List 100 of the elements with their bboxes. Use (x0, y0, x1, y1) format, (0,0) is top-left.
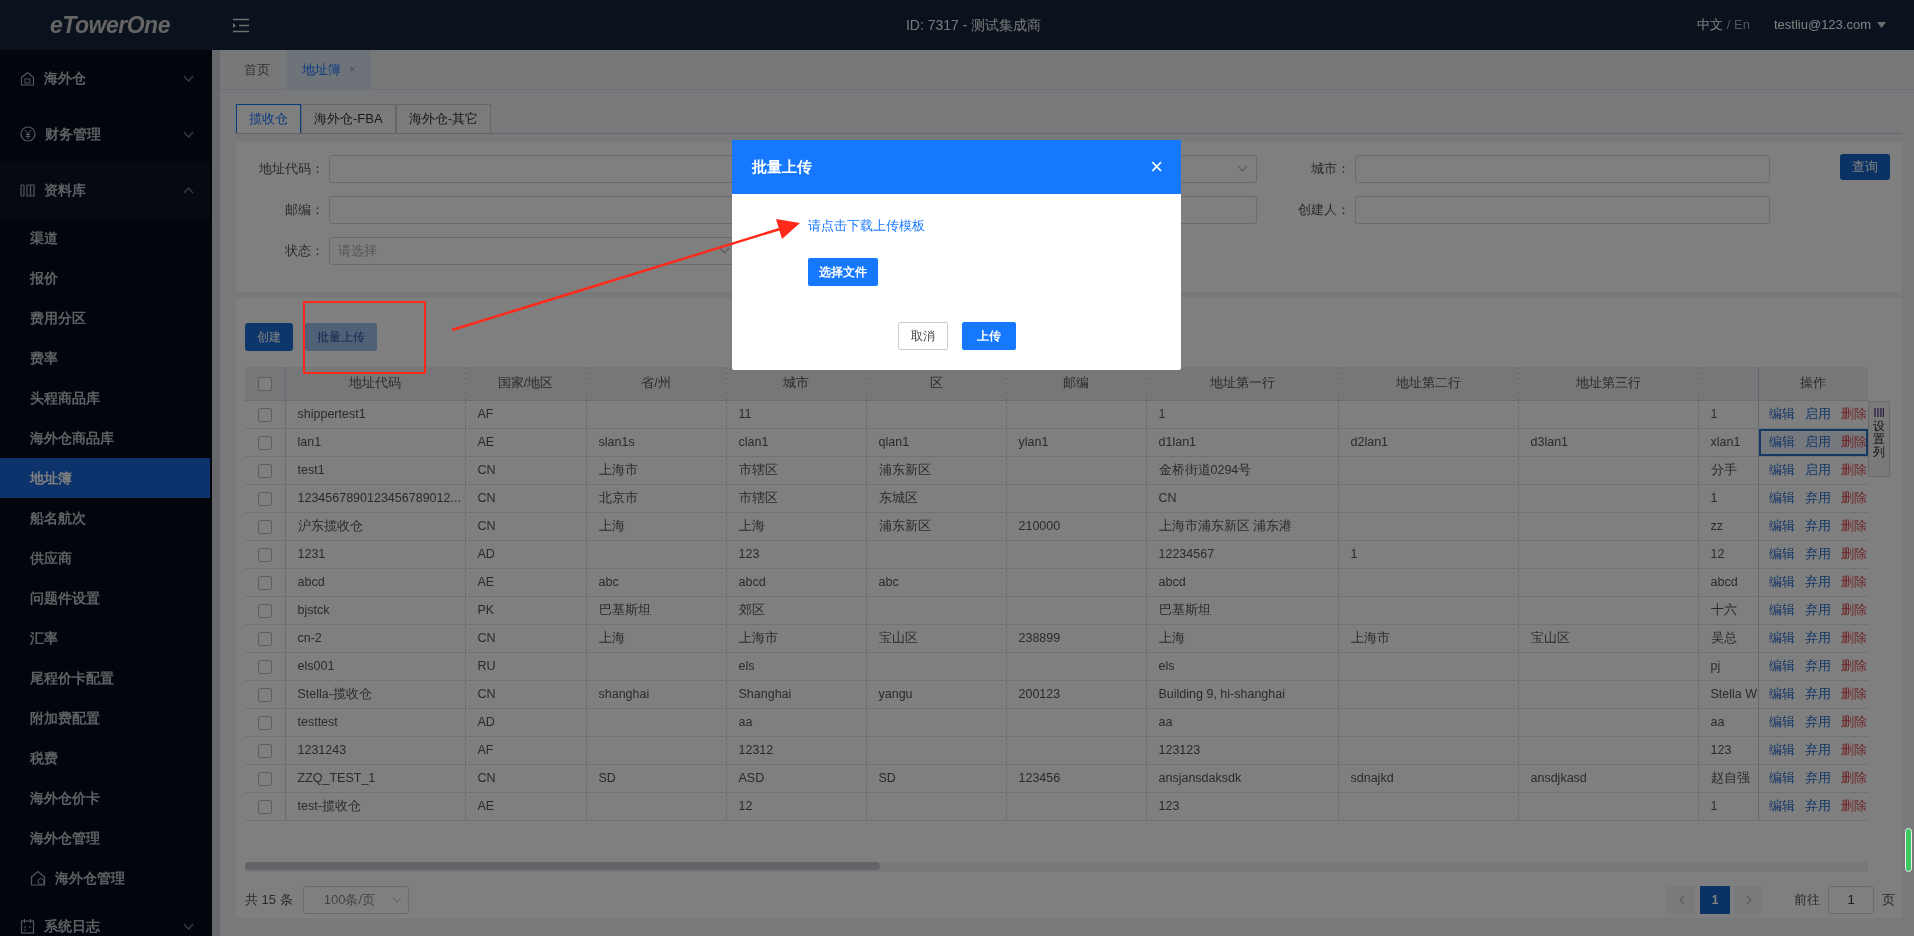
delete-link[interactable]: 删除 (1840, 799, 1867, 814)
checkbox[interactable] (257, 491, 272, 506)
sidebar-item[interactable]: 地址簿 (0, 458, 210, 498)
search-button[interactable]: 查询 (1840, 153, 1890, 180)
sidebar-item[interactable]: 附加费配置 (0, 698, 210, 738)
language-option[interactable]: En (1734, 17, 1750, 33)
sidebar-item[interactable]: 问题件设置 (0, 578, 210, 618)
sidebar-item[interactable]: 海外仓价卡 (0, 778, 210, 818)
toggle-link[interactable]: 启用 (1804, 435, 1831, 450)
create-button[interactable]: 创建 (245, 322, 293, 351)
page-tab[interactable]: 地址簿 × (286, 50, 372, 89)
checkbox[interactable] (257, 435, 272, 450)
edit-link[interactable]: 编辑 (1768, 687, 1795, 702)
upload-button[interactable]: 上传 (961, 322, 1016, 350)
delete-link[interactable]: 删除 (1840, 575, 1867, 590)
menu-fold-icon[interactable] (232, 17, 250, 33)
toggle-link[interactable]: 弃用 (1804, 631, 1831, 646)
checkbox[interactable] (257, 715, 272, 730)
toggle-link[interactable]: 弃用 (1804, 743, 1831, 758)
delete-link[interactable]: 删除 (1840, 771, 1867, 786)
delete-link[interactable]: 删除 (1840, 603, 1867, 618)
cancel-button[interactable]: 取消 (897, 322, 948, 350)
toggle-link[interactable]: 启用 (1804, 463, 1831, 478)
delete-link[interactable]: 删除 (1840, 407, 1867, 422)
sidebar-group[interactable]: 海外仓 (0, 50, 210, 106)
delete-link[interactable]: 删除 (1840, 435, 1867, 450)
tab[interactable]: 揽收仓 (236, 104, 301, 133)
sidebar-item[interactable]: 汇率 (0, 618, 210, 658)
edit-link[interactable]: 编辑 (1768, 575, 1795, 590)
close-button[interactable]: × (1150, 156, 1163, 178)
previous-page-button[interactable] (1667, 886, 1695, 914)
sidebar-item[interactable]: 海外仓管理 (0, 858, 210, 898)
sidebar-group[interactable]: 财务管理 (0, 106, 210, 162)
close-tab-icon[interactable]: × (349, 61, 356, 78)
checkbox[interactable] (257, 575, 272, 590)
edit-link[interactable]: 编辑 (1768, 799, 1795, 814)
tab[interactable]: 海外仓-其它 (395, 104, 491, 133)
delete-link[interactable]: 删除 (1840, 547, 1867, 562)
checkbox[interactable] (257, 771, 272, 786)
page-input[interactable]: 1 (1828, 886, 1874, 914)
toggle-link[interactable]: 启用 (1804, 407, 1831, 422)
checkbox[interactable] (257, 603, 272, 618)
checkbox[interactable] (257, 687, 272, 702)
delete-link[interactable]: 删除 (1840, 463, 1867, 478)
page-button[interactable]: 1 (1700, 886, 1730, 914)
sidebar-group[interactable]: 系统日志 (0, 898, 210, 936)
checkbox[interactable] (257, 659, 272, 674)
edit-link[interactable]: 编辑 (1768, 743, 1795, 758)
sidebar-item[interactable]: 费用分区 (0, 298, 210, 338)
next-page-button[interactable] (1735, 886, 1763, 914)
checkbox[interactable] (257, 463, 272, 478)
checkbox[interactable] (257, 376, 272, 391)
toggle-link[interactable]: 弃用 (1804, 799, 1831, 814)
sidebar-item[interactable]: 船名航次 (0, 498, 210, 538)
edit-link[interactable]: 编辑 (1768, 547, 1795, 562)
edit-link[interactable]: 编辑 (1768, 435, 1795, 450)
sidebar-item[interactable]: 尾程价卡配置 (0, 658, 210, 698)
delete-link[interactable]: 删除 (1840, 659, 1867, 674)
edit-link[interactable]: 编辑 (1768, 771, 1795, 786)
checkbox[interactable] (257, 799, 272, 814)
edit-link[interactable]: 编辑 (1768, 463, 1795, 478)
choose-file-button[interactable]: 选择文件 (808, 257, 878, 286)
sidebar-item[interactable]: 供应商 (0, 538, 210, 578)
toggle-link[interactable]: 弃用 (1804, 659, 1831, 674)
edit-link[interactable]: 编辑 (1768, 407, 1795, 422)
sidebar-item[interactable]: 渠道 (0, 218, 210, 258)
edit-link[interactable]: 编辑 (1768, 603, 1795, 618)
sidebar-group[interactable]: 资料库 (0, 162, 210, 218)
sidebar-item[interactable]: 海外仓管理 (0, 818, 210, 858)
sidebar-item[interactable]: 报价 (0, 258, 210, 298)
column-settings-tab[interactable]: 设置列 (1868, 400, 1890, 477)
toggle-link[interactable]: 弃用 (1804, 603, 1831, 618)
toggle-link[interactable]: 弃用 (1804, 575, 1831, 590)
page-tab[interactable]: 首页 (228, 50, 286, 89)
checkbox[interactable] (257, 519, 272, 534)
edit-link[interactable]: 编辑 (1768, 631, 1795, 646)
page-size-select[interactable]: 100条/页 (302, 886, 409, 914)
edit-link[interactable]: 编辑 (1768, 715, 1795, 730)
toggle-link[interactable]: 弃用 (1804, 547, 1831, 562)
sidebar-item[interactable]: 海外仓商品库 (0, 418, 210, 458)
edit-link[interactable]: 编辑 (1768, 659, 1795, 674)
horizontal-scrollbar[interactable] (245, 862, 1868, 872)
toggle-link[interactable]: 弃用 (1804, 491, 1831, 506)
sidebar-item[interactable]: 费率 (0, 338, 210, 378)
tab[interactable]: 海外仓-FBA (301, 104, 396, 133)
checkbox[interactable] (257, 407, 272, 422)
language-option[interactable]: 中文 (1697, 17, 1724, 33)
delete-link[interactable]: 删除 (1840, 491, 1867, 506)
sidebar-item[interactable]: 头程商品库 (0, 378, 210, 418)
sidebar-item[interactable]: 税费 (0, 738, 210, 778)
delete-link[interactable]: 删除 (1840, 519, 1867, 534)
toggle-link[interactable]: 弃用 (1804, 687, 1831, 702)
checkbox[interactable] (257, 631, 272, 646)
delete-link[interactable]: 删除 (1840, 715, 1867, 730)
checkbox[interactable] (257, 743, 272, 758)
edit-link[interactable]: 编辑 (1768, 491, 1795, 506)
checkbox[interactable] (257, 547, 272, 562)
toggle-link[interactable]: 弃用 (1804, 519, 1831, 534)
toggle-link[interactable]: 弃用 (1804, 771, 1831, 786)
user-menu[interactable]: testliu@123.com (1773, 15, 1886, 35)
